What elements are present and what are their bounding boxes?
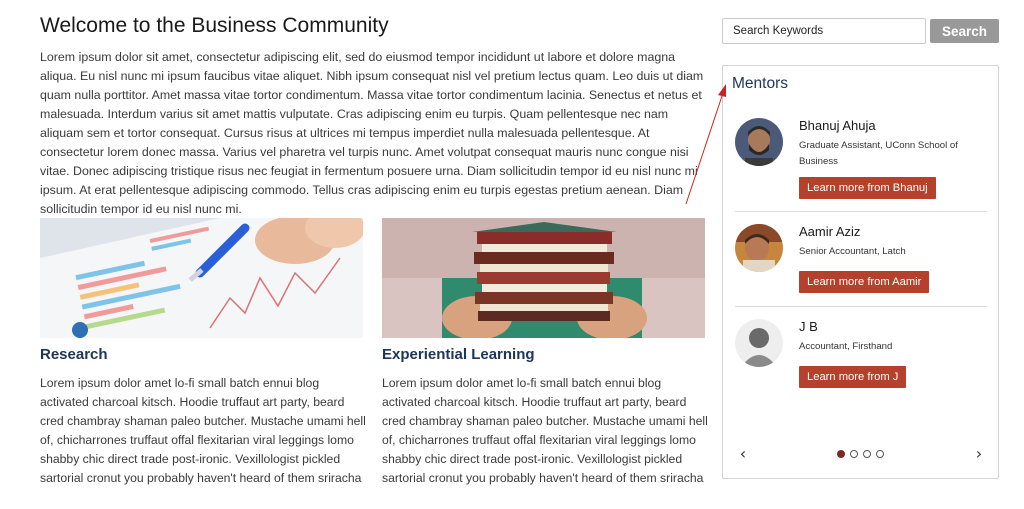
experiential-text: Lorem ipsum dolor amet lo-fi small batch… <box>382 376 708 485</box>
pagination-dot-active[interactable] <box>837 450 845 458</box>
divider <box>735 211 987 212</box>
search-input[interactable] <box>722 18 926 44</box>
mentors-title: Mentors <box>732 75 788 92</box>
mentor-card: J B Accountant, Firsthand Learn more fro… <box>735 319 987 399</box>
mentor-name: Aamir Aziz <box>799 224 861 239</box>
page-title: Welcome to the Business Community <box>40 14 389 37</box>
chevron-right-icon[interactable]: › <box>972 445 986 463</box>
mentor-name: Bhanuj Ahuja <box>799 118 876 133</box>
avatar <box>735 224 783 272</box>
avatar <box>735 118 783 166</box>
avatar <box>735 319 783 367</box>
search-button[interactable]: Search <box>930 19 999 43</box>
research-text: Lorem ipsum dolor amet lo-fi small batch… <box>40 376 366 485</box>
chevron-left-icon[interactable]: ‹ <box>736 445 750 463</box>
mentors-panel: Mentors Bhanuj Ahuja Graduate Assistant,… <box>722 65 999 479</box>
learn-more-button[interactable]: Learn more from J <box>799 366 907 388</box>
research-image <box>40 218 363 338</box>
intro-paragraph: Lorem ipsum dolor sit amet, consectetur … <box>40 50 704 216</box>
pagination-dot[interactable] <box>863 450 871 458</box>
carousel-pagination <box>837 450 884 458</box>
learn-more-button[interactable]: Learn more from Bhanuj <box>799 177 936 199</box>
pagination-dot[interactable] <box>876 450 884 458</box>
pagination-dot[interactable] <box>850 450 858 458</box>
mentor-name: J B <box>799 319 818 334</box>
mentor-role: Graduate Assistant, UConn School of Busi… <box>799 140 958 167</box>
learn-more-button[interactable]: Learn more from Aamir <box>799 271 930 293</box>
mentor-card: Bhanuj Ahuja Graduate Assistant, UConn S… <box>735 118 987 208</box>
mentor-card: Aamir Aziz Senior Accountant, Latch Lear… <box>735 224 987 304</box>
experiential-card: Experiential Learning Lorem ipsum dolor … <box>382 218 708 485</box>
divider <box>735 306 987 307</box>
experiential-title[interactable]: Experiential Learning <box>382 346 535 363</box>
mentor-role: Accountant, Firsthand <box>799 341 893 352</box>
research-card: Research Lorem ipsum dolor amet lo-fi sm… <box>40 218 366 485</box>
annotation-arrow-icon <box>685 84 726 205</box>
experiential-image <box>382 218 705 338</box>
mentor-role: Senior Accountant, Latch <box>799 246 906 257</box>
research-title[interactable]: Research <box>40 346 108 363</box>
